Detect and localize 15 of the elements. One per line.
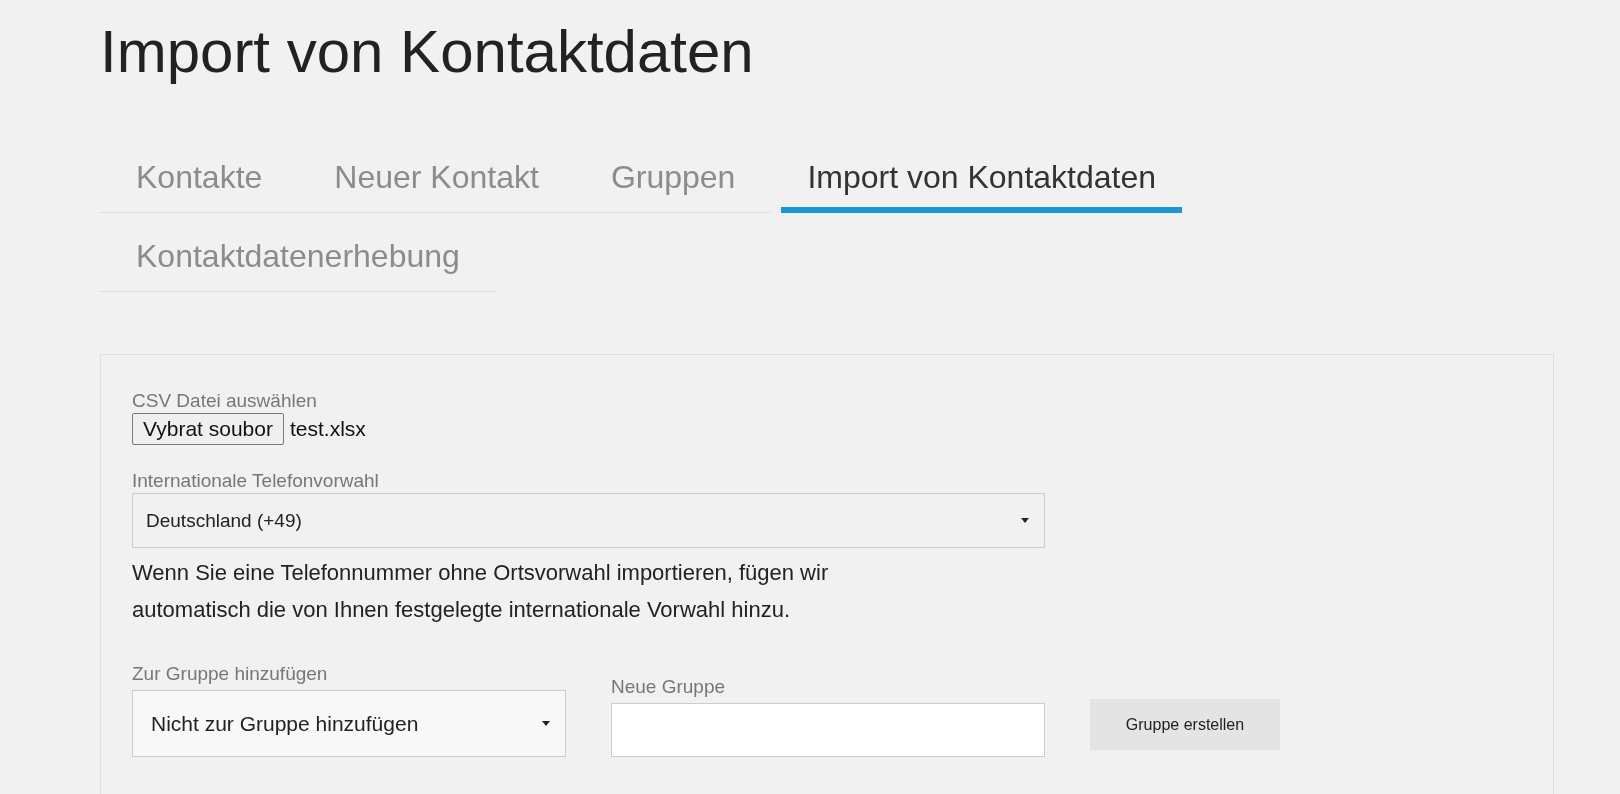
field-label: CSV Datei auswählen (132, 389, 318, 413)
group-select[interactable]: Nicht zur Gruppe hinzufügen (132, 690, 566, 757)
prefix-select[interactable]: Deutschland (+49) (132, 493, 1045, 548)
choose-file-button[interactable]: Vybrat soubor (132, 413, 284, 445)
field-label: Internationale Telefonvorwahl (132, 469, 380, 493)
new-group-field[interactable] (611, 703, 1045, 757)
field-label: Zur Gruppe hinzufügen (132, 662, 329, 686)
caret-icon (542, 721, 550, 726)
caret-icon (1021, 518, 1029, 523)
file-name: test.xlsx (289, 417, 366, 441)
field-label: Neue Gruppe (611, 675, 727, 699)
tab[interactable]: Import von Kontaktdaten (781, 148, 1183, 213)
page-title: Import von Kontaktdaten (100, 17, 755, 87)
hint-text: Wenn Sie eine Telefonnummer ohne Ortsvorwahl importieren, fügen wir automatisch die von Ihnen festgelegte internationale Vorwahl hinzu. (132, 559, 830, 624)
create-group-button[interactable]: Gruppe erstellen (1090, 699, 1280, 750)
